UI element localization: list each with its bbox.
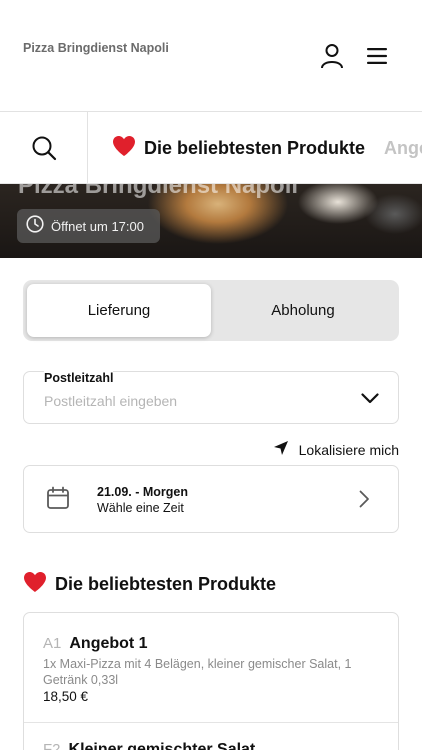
product-name: Angebot 1 (69, 635, 148, 652)
order-mode-toggle: Lieferung Abholung (23, 280, 399, 341)
product-price: 18,50 € (43, 689, 89, 704)
date-picker[interactable]: 21.09. - Morgen Wähle eine Zeit (23, 465, 399, 533)
locate-me-button[interactable]: Lokalisiere mich (273, 440, 399, 460)
section-title-label: Die beliebtesten Produkte (55, 574, 277, 594)
delivery-button[interactable]: Lieferung (27, 284, 211, 337)
product-code: F2 (43, 741, 61, 750)
product-description: 1x Maxi-Pizza mit 4 Belägen, kleiner gem… (43, 657, 352, 687)
clock-icon (26, 214, 44, 238)
product-code: A1 (43, 635, 62, 652)
category-bar: Die beliebtesten Produkte Ange (0, 112, 422, 184)
section-title: Die beliebtesten Produkte (23, 571, 276, 598)
search-icon[interactable] (0, 112, 88, 183)
product-card[interactable]: F2 Kleiner gemischter Salat (43, 741, 255, 750)
pickup-button[interactable]: Abholung (211, 284, 395, 337)
hero-banner: Pizza Bringdienst Napoli Öffnet um 17:00 (0, 184, 422, 258)
location-arrow-icon (273, 440, 289, 461)
category-tab-offers[interactable]: Ange (384, 112, 422, 183)
heart-icon (112, 135, 136, 162)
app-header: Pizza Bringdienst Napoli (0, 0, 422, 112)
heart-icon (23, 571, 47, 598)
brand-name[interactable]: Pizza Bringdienst Napoli (23, 41, 173, 56)
user-icon[interactable] (318, 42, 346, 70)
chevron-down-icon[interactable] (360, 390, 380, 406)
opening-hours-badge: Öffnet um 17:00 (17, 209, 160, 243)
chevron-right-icon[interactable] (359, 490, 370, 513)
hero-title: Pizza Bringdienst Napoli (18, 184, 299, 199)
postcode-label: Postleitzahl (44, 371, 114, 385)
calendar-icon (46, 486, 70, 515)
category-tab-popular[interactable]: Die beliebtesten Produkte (112, 112, 366, 183)
postcode-field[interactable]: Postleitzahl (23, 371, 399, 424)
product-list: A1 Angebot 1 1x Maxi-Pizza mit 4 Belägen… (23, 612, 399, 750)
product-name: Kleiner gemischter Salat (68, 741, 256, 750)
menu-icon[interactable] (363, 42, 391, 70)
date-hint: Wähle eine Zeit (97, 501, 184, 515)
opening-hours-text: Öffnet um 17:00 (51, 218, 144, 234)
category-tab-label: Die beliebtesten Produkte (144, 137, 366, 158)
locate-me-label: Lokalisiere mich (298, 442, 399, 458)
postcode-input[interactable] (44, 393, 344, 409)
date-value: 21.09. - Morgen (97, 485, 188, 499)
product-card[interactable]: A1 Angebot 1 1x Maxi-Pizza mit 4 Belägen… (24, 613, 398, 723)
category-tab-label: Ange (384, 137, 422, 158)
